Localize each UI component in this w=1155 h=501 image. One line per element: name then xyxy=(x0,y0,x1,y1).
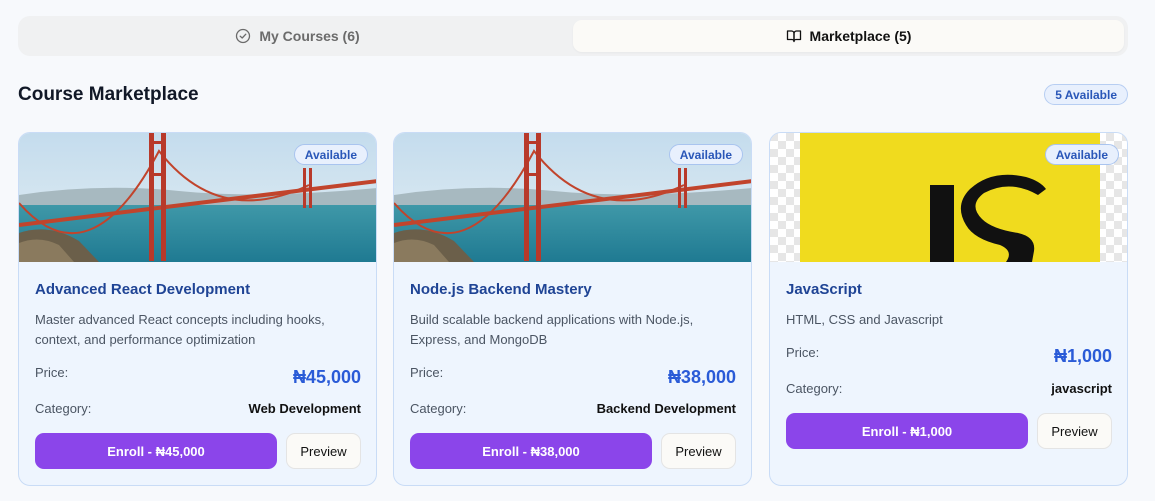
preview-button[interactable]: Preview xyxy=(661,433,736,469)
price-value: ₦45,000 xyxy=(292,367,361,387)
category-value: Web Development xyxy=(248,401,361,416)
availability-badge: Available xyxy=(1044,144,1119,165)
course-description: HTML, CSS and Javascript xyxy=(786,312,943,327)
price-value: ₦1,000 xyxy=(1053,346,1112,366)
course-thumbnail: Available xyxy=(394,133,751,262)
course-title: Advanced React Development xyxy=(35,281,251,298)
check-circle-icon xyxy=(236,28,251,44)
tab-marketplace-label: Marketplace (5) xyxy=(809,28,912,44)
category-label: Category: xyxy=(35,401,92,416)
course-title: JavaScript xyxy=(786,281,862,298)
course-description: Master advanced React concepts including… xyxy=(35,312,325,347)
course-thumbnail: Available xyxy=(19,133,376,262)
course-thumbnail: Available xyxy=(770,133,1127,262)
preview-button[interactable]: Preview xyxy=(286,433,361,469)
category-value: Backend Development xyxy=(596,401,736,416)
price-label: Price: xyxy=(410,365,444,380)
preview-button[interactable]: Preview xyxy=(1037,413,1112,449)
category-label: Category: xyxy=(410,401,467,416)
course-card: Available Node.js Backend Mastery Build … xyxy=(393,132,752,486)
course-title: Node.js Backend Mastery xyxy=(410,281,592,298)
view-tabs: My Courses (6) Marketplace (5) xyxy=(18,16,1128,56)
course-description: Build scalable backend applications with… xyxy=(410,312,694,347)
page-title: Course Marketplace xyxy=(18,84,199,105)
open-book-icon xyxy=(786,30,801,43)
price-value: ₦38,000 xyxy=(667,367,736,387)
availability-badge: Available xyxy=(293,144,368,165)
price-label: Price: xyxy=(35,365,69,380)
tab-my-courses[interactable]: My Courses (6) xyxy=(22,20,573,52)
available-count-badge: 5 Available xyxy=(1044,84,1128,105)
tab-my-courses-label: My Courses (6) xyxy=(259,28,360,44)
enroll-button[interactable]: Enroll - ₦45,000 xyxy=(35,433,277,469)
category-label: Category: xyxy=(786,381,843,396)
course-card: Available JavaScript HTML, CSS and Javas… xyxy=(769,132,1128,486)
category-value: javascript xyxy=(1051,381,1112,396)
enroll-button[interactable]: Enroll - ₦1,000 xyxy=(786,413,1028,449)
tab-marketplace[interactable]: Marketplace (5) xyxy=(573,20,1124,52)
price-label: Price: xyxy=(786,345,820,360)
enroll-button[interactable]: Enroll - ₦38,000 xyxy=(410,433,652,469)
course-card: Available Advanced React Development Mas… xyxy=(18,132,377,486)
availability-badge: Available xyxy=(668,144,743,165)
